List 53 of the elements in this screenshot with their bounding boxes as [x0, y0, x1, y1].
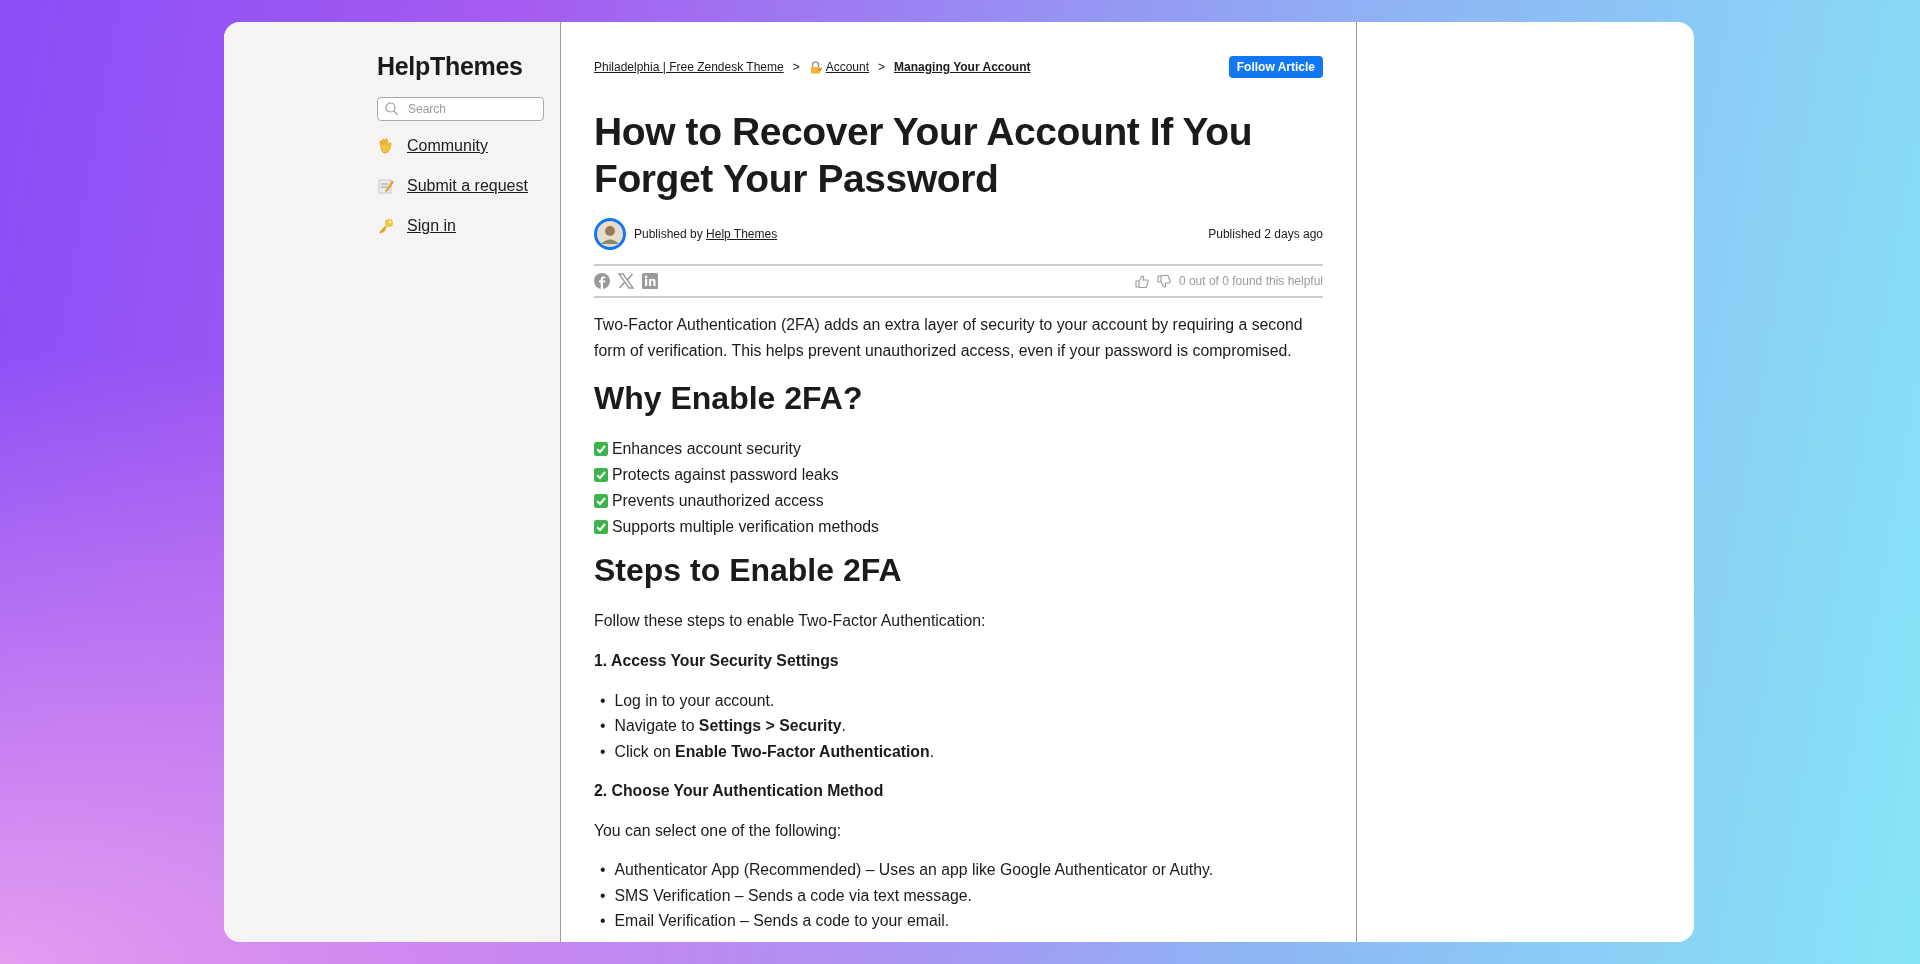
helpful-count: 0 out of 0 found this helpful — [1178, 273, 1323, 290]
list-item: Authenticator App (Recommended) – Uses an app like Google Authenticator or Authy. — [614, 860, 1214, 881]
linkedin-icon[interactable] — [642, 273, 658, 289]
facebook-icon[interactable] — [594, 273, 610, 289]
search-field[interactable]: Search — [377, 97, 544, 121]
check-icon — [594, 442, 608, 456]
thumbs-up-icon[interactable] — [1134, 274, 1149, 288]
list-item: Supports multiple verification methods — [612, 517, 879, 537]
key-icon — [377, 217, 395, 235]
list-item: Click on Enable Two-Factor Authentication. — [614, 741, 934, 762]
list-item: Enhances account security — [612, 439, 801, 459]
bullet-marker: • — [600, 860, 606, 881]
breadcrumb-link[interactable]: Managing Your Account — [894, 58, 1031, 76]
bullet-marker: • — [600, 716, 606, 737]
bullet-marker: • — [600, 885, 606, 906]
breadcrumb-link[interactable]: Account — [825, 58, 870, 76]
lock-icon — [808, 60, 822, 74]
check-icon — [594, 468, 608, 482]
notepad-icon — [377, 177, 395, 195]
breadcrumb-separator: > — [878, 59, 886, 76]
avatar-icon — [594, 218, 626, 250]
list-item: Protects against password leaks — [612, 465, 839, 485]
list-item: SMS Verification – Sends a code via text message. — [614, 885, 972, 906]
x-logo-icon[interactable] — [618, 273, 634, 289]
thumbs-down-icon[interactable] — [1156, 274, 1171, 288]
check-icon — [594, 520, 608, 534]
check-icon — [594, 494, 608, 508]
author-link[interactable]: Help Themes — [706, 227, 778, 241]
step-heading: 1. Access Your Security Settings — [594, 651, 840, 671]
hand-icon — [377, 137, 395, 155]
list-item: Email Verification – Sends a code to your email. — [614, 911, 950, 932]
follow-article-button[interactable]: Follow Article — [1228, 56, 1323, 78]
paragraph: Two-Factor Authentication (2FA) adds an extra layer of security to your account by requiring a second form of verification. This helps prevent unauthorized access, even if your password is compromised. — [594, 315, 1304, 361]
list-item: Navigate to Settings > Security. — [614, 716, 846, 737]
paragraph: Follow these steps to enable Two-Factor Authentication: — [594, 611, 987, 631]
step-heading: 2. Choose Your Authentication Method — [594, 780, 885, 801]
list-item: Prevents unauthorized access — [612, 491, 824, 511]
section-heading: Why Enable 2FA? — [594, 379, 864, 418]
sidebar-link[interactable]: Sign in — [407, 214, 456, 238]
paragraph: You can select one of the following: — [594, 820, 843, 841]
author-line: Published by Help Themes — [634, 226, 778, 243]
sidebar-link[interactable]: Submit a request — [407, 174, 528, 198]
sidebar-link[interactable]: Community — [407, 134, 488, 158]
bullet-marker: • — [600, 741, 606, 762]
published-date: Published 2 days ago — [1208, 226, 1323, 243]
list-item: Log in to your account. — [614, 690, 775, 711]
site-logo[interactable]: HelpThemes — [377, 50, 523, 82]
bullet-marker: • — [600, 690, 606, 711]
breadcrumb-link[interactable]: Philadelphia | Free Zendesk Theme — [594, 58, 784, 76]
section-heading: Steps to Enable 2FA — [594, 551, 903, 590]
breadcrumb-separator: > — [792, 59, 800, 76]
bullet-marker: • — [600, 911, 606, 932]
article-title: How to Recover Your Account If You Forget Your Password — [594, 109, 1254, 202]
